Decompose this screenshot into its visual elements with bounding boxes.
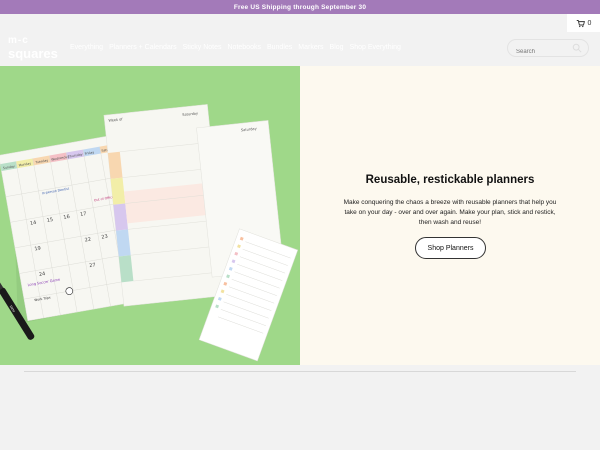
hero-content: Reusable, restickable planners Make conq…: [300, 66, 600, 365]
site-logo[interactable]: m-c squares: [8, 36, 64, 62]
nav-item-planners-calendars[interactable]: Planners + Calendars: [109, 44, 177, 51]
cart-count: 0: [587, 19, 592, 27]
hero-description: Make conquering the chaos a breeze with …: [343, 199, 557, 226]
search-icon[interactable]: [572, 43, 582, 53]
site-header: m-c squares Everything Planners + Calend…: [0, 32, 600, 66]
date-19: 19: [34, 245, 41, 252]
shopping-cart-icon: [576, 19, 585, 27]
date-27: 27: [89, 262, 96, 269]
nav-item-notebooks[interactable]: Notebooks: [228, 44, 261, 51]
search-input[interactable]: [516, 44, 576, 60]
planner-illustration: Sunday Monday Tuesday Wednesday Thursday…: [0, 104, 299, 362]
nav-item-markers[interactable]: Markers: [298, 44, 323, 51]
nav-item-bundles[interactable]: Bundles: [267, 44, 292, 51]
promo-banner: Free US Shipping through September 30: [0, 0, 600, 14]
date-22: 22: [84, 237, 91, 244]
promo-text: Free US Shipping through September 30: [233, 3, 367, 11]
nav-item-blog[interactable]: Blog: [330, 44, 344, 51]
nav-item-sticky-notes[interactable]: Sticky Notes: [183, 44, 222, 51]
bottom-section: [0, 372, 600, 450]
nav-item-everything[interactable]: Everything: [70, 44, 103, 51]
date-17: 17: [80, 211, 87, 218]
hero-image: Sunday Monday Tuesday Wednesday Thursday…: [0, 66, 300, 365]
main-nav: Everything Planners + Calendars Sticky N…: [70, 44, 401, 51]
date-15: 15: [46, 217, 53, 224]
date-23: 23: [101, 234, 108, 241]
date-14: 14: [30, 220, 37, 227]
date-24: 24: [39, 271, 46, 278]
cart-button[interactable]: 0: [567, 14, 600, 32]
shop-planners-button[interactable]: Shop Planners: [415, 237, 486, 259]
nav-item-shop-everything[interactable]: Shop Everything: [350, 44, 401, 51]
logo-line-1: m-c: [8, 35, 29, 46]
hero-title: Reusable, restickable planners: [365, 174, 535, 186]
search-box: [507, 39, 589, 60]
date-16: 16: [63, 214, 70, 221]
logo-line-2: squares: [8, 46, 58, 61]
